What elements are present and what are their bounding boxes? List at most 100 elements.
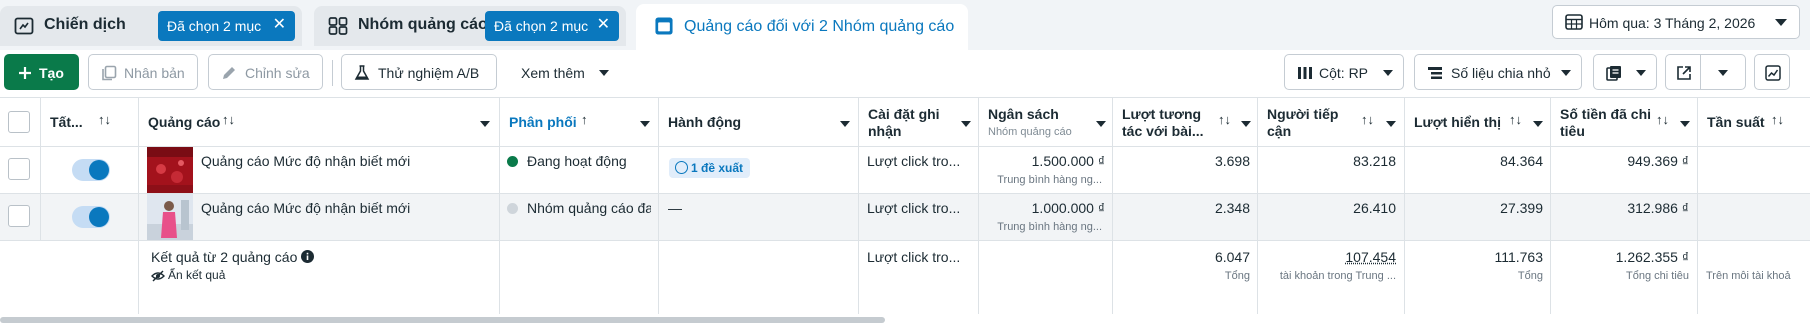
sort-icon[interactable]: ↑↓: [1218, 112, 1231, 127]
tab-adsets[interactable]: Nhóm quảng cáo Đã chọn 2 mục ✕: [314, 6, 626, 46]
impressions-value: 27.399: [1500, 200, 1543, 216]
charts-button[interactable]: [1754, 54, 1790, 90]
summary-spend-sub: Tổng chi tiêu: [1626, 270, 1689, 282]
create-label: Tạo: [39, 65, 64, 81]
chevron-down-icon[interactable]: [640, 121, 650, 127]
budget-value[interactable]: 1.000.000 ₫: [978, 200, 1105, 216]
header-ad-label: Quảng cáo: [148, 114, 221, 130]
chevron-down-icon[interactable]: [961, 121, 971, 127]
sort-icon[interactable]: ↑↓: [1656, 112, 1669, 127]
close-icon[interactable]: ✕: [597, 17, 610, 33]
header-attribution[interactable]: Cài đặt ghi nhận: [858, 98, 978, 147]
reports-button[interactable]: [1593, 54, 1657, 90]
ad-name[interactable]: Quảng cáo Mức độ nhận biết mới: [201, 200, 410, 216]
engagement-value: 3.698: [1214, 153, 1250, 169]
columns-label: Cột: RP: [1319, 65, 1369, 81]
campaign-folder-icon: [14, 17, 34, 35]
hide-results-link[interactable]: Ẩn kết quả: [168, 268, 225, 282]
budget-type: Trung bình hàng ng...: [997, 221, 1102, 233]
close-icon[interactable]: ✕: [273, 17, 286, 33]
header-spend-label: Số tiền đã chi tiêu: [1560, 106, 1652, 139]
ab-test-button[interactable]: Thử nghiệm A/B: [341, 54, 497, 90]
sort-ascending-icon[interactable]: ↑: [581, 112, 588, 127]
summary-spend: 1.262.355 ₫: [1615, 249, 1689, 265]
header-actions-label: Hành động: [668, 114, 742, 130]
header-spend[interactable]: Số tiền đã chi tiêu ↑↓: [1550, 98, 1697, 147]
see-more-label: Xem thêm: [521, 65, 585, 81]
tab-campaigns[interactable]: Chiến dịch Đã chọn 2 mục ✕: [0, 6, 302, 46]
chevron-down-icon[interactable]: [1241, 121, 1251, 127]
edit-label: Chỉnh sửa: [245, 65, 310, 81]
ad-thumbnail[interactable]: [147, 194, 193, 240]
date-range-label: Hôm qua: 3 Tháng 2, 2026: [1589, 15, 1756, 31]
header-frequency[interactable]: Tần suất ↑↓: [1697, 98, 1810, 147]
reach-value: 26.410: [1353, 200, 1396, 216]
budget-value[interactable]: 1.500.000 ₫: [978, 153, 1105, 169]
row-checkbox[interactable]: [8, 158, 30, 180]
columns-icon: [1298, 67, 1312, 79]
sort-icon[interactable]: ↑↓: [1509, 112, 1522, 127]
summary-title: Kết quả từ 2 quảng cáo: [151, 249, 298, 265]
row-checkbox[interactable]: [8, 205, 30, 227]
ad-status-toggle[interactable]: [72, 206, 110, 228]
tab-strip: Chiến dịch Đã chọn 2 mục ✕ Nhóm quảng cá…: [0, 0, 1810, 50]
create-button[interactable]: Tạo: [4, 54, 79, 90]
sort-icon[interactable]: ↑↓: [1771, 112, 1784, 127]
recommendation-badge[interactable]: 1 đề xuất: [669, 158, 751, 178]
budget-type: Trung bình hàng ng...: [997, 174, 1102, 186]
header-budget[interactable]: Ngân sách Nhóm quảng cáo: [978, 98, 1112, 147]
sort-icon[interactable]: ↑↓: [1361, 112, 1374, 127]
columns-button[interactable]: Cột: RP: [1284, 54, 1404, 90]
chevron-down-icon[interactable]: [840, 121, 850, 127]
chevron-down-icon[interactable]: [1533, 121, 1543, 127]
info-icon[interactable]: [301, 250, 314, 263]
edit-button[interactable]: Chỉnh sửa: [208, 54, 323, 90]
header-actions[interactable]: Hành động: [658, 98, 858, 147]
header-reach[interactable]: Người tiếp cận ↑↓: [1257, 98, 1404, 147]
select-all-checkbox[interactable]: [8, 111, 30, 133]
chevron-down-icon[interactable]: [480, 121, 490, 127]
delivery-status-dot: [507, 203, 518, 214]
tab-adsets-label: Nhóm quảng cáo: [358, 16, 488, 33]
breakdown-label: Số liệu chia nhỏ: [1451, 65, 1551, 81]
header-impressions[interactable]: Lượt hiển thị ↑↓: [1404, 98, 1550, 147]
sort-icon[interactable]: ↑↓: [98, 112, 111, 127]
header-all[interactable]: Tất... ↑↓: [40, 98, 138, 147]
tab-ads-label: Quảng cáo đối với 2 Nhóm quảng cáo: [684, 18, 955, 35]
chevron-down-icon[interactable]: [1096, 121, 1106, 127]
header-engagement[interactable]: Lượt tương tác với bài... ↑↓: [1112, 98, 1257, 147]
adsets-selected-chip[interactable]: Đã chọn 2 mục ✕: [485, 11, 619, 41]
adsets-selected-label: Đã chọn 2 mục: [494, 18, 589, 34]
breakdown-button[interactable]: Số liệu chia nhỏ: [1414, 54, 1582, 90]
ad-status-toggle[interactable]: [72, 159, 110, 181]
header-engagement-label: Lượt tương tác với bài...: [1122, 106, 1204, 139]
summary-impressions: 111.763: [1494, 249, 1543, 265]
sort-icon[interactable]: ↑↓: [222, 112, 235, 127]
header-delivery[interactable]: Phân phối ↑: [499, 98, 658, 147]
ad-name[interactable]: Quảng cáo Mức độ nhận biết mới: [201, 153, 410, 169]
see-more-button[interactable]: Xem thêm: [510, 54, 615, 90]
chevron-down-icon: [1561, 70, 1571, 76]
delivery-status-dot: [507, 156, 518, 167]
header-ad[interactable]: Quảng cáo ↑↓: [138, 98, 499, 147]
date-range-picker[interactable]: Hôm qua: 3 Tháng 2, 2026: [1552, 5, 1800, 39]
summary-attribution: Lượt click tro...: [867, 249, 961, 265]
duplicate-button[interactable]: Nhân bản: [88, 54, 198, 90]
tab-ads[interactable]: Quảng cáo đối với 2 Nhóm quảng cáo: [636, 4, 968, 50]
export-dropdown-button[interactable]: [1700, 54, 1746, 90]
toolbar: Tạo Nhân bản Chỉnh sửa Thử nghiệm A/B Xe…: [0, 50, 1810, 97]
summary-reach[interactable]: 107.454: [1257, 249, 1396, 265]
horizontal-scrollbar[interactable]: [0, 317, 885, 323]
toggle-knob: [89, 207, 109, 227]
campaigns-selected-chip[interactable]: Đã chọn 2 mục ✕: [158, 11, 295, 41]
chevron-down-icon: [1718, 70, 1728, 76]
summary-reach-sub: tài khoản trong Trung ...: [1279, 270, 1396, 282]
toggle-knob: [89, 160, 109, 180]
header-budget-sub: Nhóm quảng cáo: [988, 126, 1072, 138]
chevron-down-icon[interactable]: [1386, 121, 1396, 127]
ad-thumbnail[interactable]: [147, 147, 193, 193]
ads-table: Tất... ↑↓ Quảng cáo ↑↓ Phân phối ↑ Hành …: [0, 97, 1810, 314]
export-button[interactable]: [1665, 54, 1701, 90]
attribution-setting: Lượt click tro...: [867, 153, 961, 169]
chevron-down-icon[interactable]: [1680, 121, 1690, 127]
